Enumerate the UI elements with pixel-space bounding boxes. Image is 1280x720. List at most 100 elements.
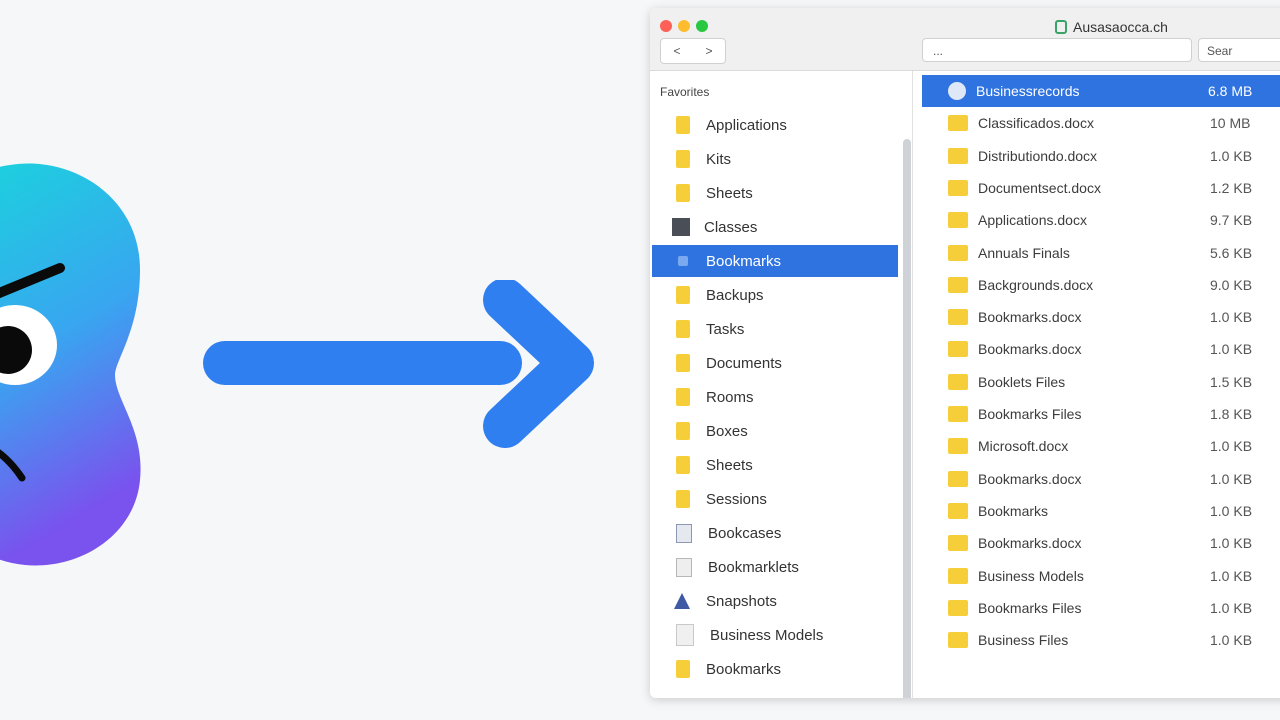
file-name: Annuals Finals [978,244,1070,261]
sidebar-item-label: Bookmarklets [708,558,799,576]
sidebar-item[interactable]: Boxes [652,415,898,447]
folder-icon [948,309,968,326]
folder-icon [948,502,968,519]
sidebar-item[interactable]: Applications [652,109,898,141]
file-row[interactable]: Business Models 1.0 KB [922,560,1280,592]
folder-icon [948,147,968,164]
file-row[interactable]: Microsoft.docx 1.0 KB [922,430,1280,462]
sidebar-item[interactable]: Sheets [652,449,898,481]
folder-icon [948,212,968,229]
sidebar-item-label: Rooms [706,388,754,406]
file-name: Bookmarks.docx [978,470,1082,487]
file-name: Bookmarks.docx [978,309,1082,326]
sidebar: Favorites Applications Kits Sheets Classes B… [650,71,913,698]
file-row[interactable]: Bookmarks.docx 1.0 KB [922,333,1280,365]
path-bar[interactable]: ... [922,38,1192,62]
document-icon [676,523,692,543]
back-button[interactable]: < [673,44,680,58]
file-row[interactable]: Businessrecords 6.8 MB [922,75,1280,107]
file-name: Distributiondo.docx [978,147,1098,164]
sidebar-scrollbar[interactable] [903,139,911,698]
window-controls [660,20,708,32]
search-input[interactable]: Sear [1198,38,1280,62]
selected-item-icon [678,256,688,266]
file-name: Bookmarks Files [978,406,1082,422]
file-size: 1.0 KB [1210,470,1253,487]
file-name: Bookmarks.docx [978,341,1082,358]
sidebar-item-label: Bookmarks [706,252,782,270]
file-row[interactable]: Classificados.docx 10 MB [922,107,1280,139]
folder-icon [676,320,690,338]
file-row[interactable]: Bookmarks.docx 1.0 KB [922,527,1280,559]
sidebar-item[interactable]: Rooms [652,381,898,413]
file-name: Bookmarks Files [978,599,1082,616]
file-row[interactable]: Bookmarks 1.0 KB [922,495,1280,527]
folder-icon [676,490,690,508]
folder-icon [948,115,968,132]
file-name: Business Files [978,632,1069,649]
file-row[interactable]: Annuals Finals 5.6 KB [922,237,1280,269]
sidebar-item[interactable]: Sheets [652,177,898,209]
sidebar-item[interactable]: Kits [652,143,898,175]
folder-icon [676,456,690,474]
sidebar-item[interactable]: Business Models [652,619,898,651]
folder-icon [676,286,690,304]
sidebar-item[interactable]: Tasks [652,313,898,345]
sidebar-item[interactable]: Bookmarklets [652,551,898,583]
sidebar-item-label: Business Models [710,626,824,644]
zoom-button[interactable] [696,20,708,32]
file-row[interactable]: Backgrounds.docx 9.0 KB [922,269,1280,301]
file-row[interactable]: Applications.docx 9.7 KB [922,204,1280,236]
file-row[interactable]: Business Files 1.0 KB [922,624,1280,656]
file-name: Booklets Files [978,373,1066,390]
sidebar-header: Favorites [660,85,710,99]
file-size: 1.0 KB [1210,438,1253,455]
sidebar-item[interactable]: Bookmarks [652,245,898,277]
folder-icon [948,276,968,293]
file-row[interactable]: Bookmarks Files 1.0 KB [922,592,1280,624]
folder-icon [676,184,690,202]
file-size: 9.0 KB [1210,276,1253,293]
sidebar-item[interactable]: Backups [652,279,898,311]
dark-square-icon [672,218,690,236]
sidebar-item[interactable]: Sessions [652,483,898,515]
document-gray-icon [676,557,692,577]
right-arrow-icon [203,280,594,448]
folder-icon [948,406,968,422]
folder-icon [676,354,690,372]
folder-icon [948,599,968,616]
minimize-button[interactable] [678,20,690,32]
sidebar-item[interactable]: Bookcases [652,517,898,549]
close-button[interactable] [660,20,672,32]
window-title-text: Ausasaocca.ch [1073,19,1168,35]
title-bar: Ausasaocca.ch < > ... Sear [650,8,1280,71]
sidebar-item-label: Sheets [706,184,753,202]
sidebar-item[interactable]: Bookmarks [652,653,898,685]
forward-button[interactable]: > [705,44,712,58]
sidebar-item-label: Applications [706,116,787,134]
file-list: Businessrecords 6.8 MB Classificados.docx 1… [922,71,1280,698]
sidebar-item[interactable]: Snapshots [652,585,898,617]
folder-icon [948,470,968,487]
angry-mascot-illustration [0,163,141,566]
file-row[interactable]: Bookmarks.docx 1.0 KB [922,463,1280,495]
sidebar-item-label: Bookcases [708,524,782,542]
file-size: 9.7 KB [1210,212,1253,229]
folder-icon [948,438,968,455]
file-name: Classificados.docx [978,115,1094,132]
file-row[interactable]: Bookmarks Files 1.8 KB [922,398,1280,430]
folder-icon [948,373,968,390]
file-name: Documentsect.docx [978,179,1101,196]
sidebar-item[interactable]: Documents [652,347,898,379]
file-row[interactable]: Booklets Files 1.5 KB [922,366,1280,398]
sidebar-item-label: Backups [706,286,764,304]
sidebar-item-label: Kits [706,150,732,168]
file-row[interactable]: Distributiondo.docx 1.0 KB [922,140,1280,172]
sidebar-item[interactable]: Classes [652,211,898,243]
file-size: 1.0 KB [1210,502,1253,519]
file-row[interactable]: Bookmarks.docx 1.0 KB [922,301,1280,333]
file-size: 1.0 KB [1210,309,1253,326]
file-name: Backgrounds.docx [978,276,1094,293]
file-name: Bookmarks [978,502,1049,519]
file-row[interactable]: Documentsect.docx 1.2 KB [922,172,1280,204]
